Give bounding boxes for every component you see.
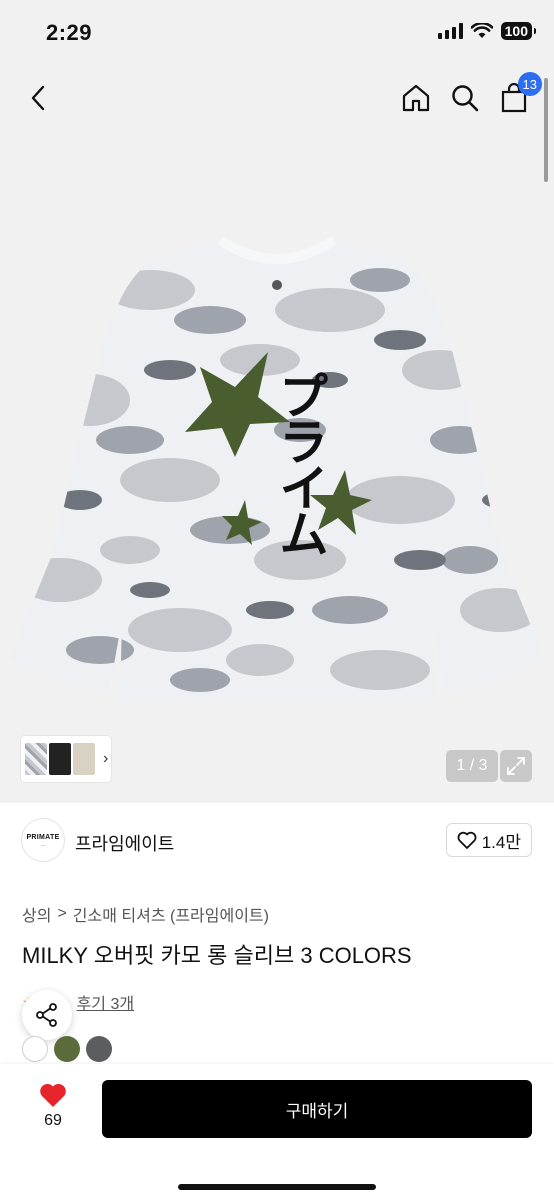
swatch-charcoal[interactable] (86, 1036, 112, 1062)
product-like-button[interactable]: 69 (28, 1082, 78, 1130)
status-icons: 100 (437, 22, 537, 40)
expand-icon (507, 757, 525, 775)
brand-like-count: 1.4만 (481, 832, 521, 852)
share-icon (36, 1003, 57, 1027)
scrollbar[interactable] (544, 78, 548, 182)
brand-logo[interactable]: PRIMATE — (21, 818, 65, 862)
expand-button[interactable] (500, 750, 532, 782)
search-button[interactable] (447, 80, 483, 116)
product-gallery[interactable]: 2:29 100 13 プライム › 1 / 3 (0, 0, 554, 803)
buy-button[interactable]: 구매하기 (102, 1080, 532, 1138)
cart-button[interactable]: 13 (496, 72, 542, 116)
brand-name[interactable]: 프라임에이트 (75, 830, 174, 856)
status-time: 2:29 (46, 20, 93, 45)
back-button[interactable] (20, 80, 56, 116)
chevron-right-icon: › (103, 750, 109, 767)
search-icon (452, 85, 479, 112)
image-counter: 1 / 3 (446, 750, 498, 782)
wifi-icon (470, 23, 493, 38)
shirt-print-text: プライム (271, 370, 329, 555)
home-indicator (178, 1184, 376, 1190)
bottom-action-bar: 69 구매하기 (0, 1064, 554, 1200)
home-button[interactable] (398, 80, 434, 116)
signal-icon (437, 23, 463, 39)
brand-logo-text: PRIMATE (26, 833, 60, 841)
review-count[interactable]: 후기 3개 (77, 990, 135, 1014)
thumbnail-black (49, 743, 71, 775)
heart-filled-icon (40, 1083, 66, 1107)
swatch-khaki[interactable] (54, 1036, 80, 1062)
chevron-left-icon (31, 85, 45, 111)
thumbnail-camo (25, 743, 47, 775)
thumbnail-beige (73, 743, 95, 775)
brand-logo-underline: — (41, 841, 45, 847)
breadcrumb: 상의 > 긴소매 티셔츠 (프라임에이트) (22, 902, 269, 926)
breadcrumb-item-top[interactable]: 상의 (22, 902, 51, 926)
brand-row: PRIMATE — 프라임에이트 1.4만 (0, 818, 554, 864)
thumbnail-strip[interactable]: › (21, 736, 111, 782)
heart-outline-icon (457, 831, 477, 849)
product-title: MILKY 오버핏 카모 롱 슬리브 3 COLORS (22, 943, 412, 968)
cart-count-badge: 13 (517, 72, 542, 96)
home-icon (402, 84, 430, 112)
breadcrumb-item-category[interactable]: 긴소매 티셔츠 (프라임에이트) (73, 902, 269, 926)
nav-bar: 13 (0, 70, 554, 130)
color-swatches (22, 1036, 112, 1062)
product-image: プライム (9, 235, 545, 700)
swatch-white[interactable] (22, 1036, 48, 1062)
product-like-count: 69 (44, 1112, 62, 1129)
status-bar: 2:29 100 (0, 0, 554, 64)
breadcrumb-separator: > (57, 905, 67, 922)
battery-icon: 100 (500, 22, 537, 40)
product-page: 2:29 100 13 プライム › 1 / 3 PRIMATE — 프라임에이… (0, 0, 554, 1200)
share-button[interactable] (22, 990, 72, 1040)
brand-like-button[interactable]: 1.4만 (445, 823, 532, 857)
